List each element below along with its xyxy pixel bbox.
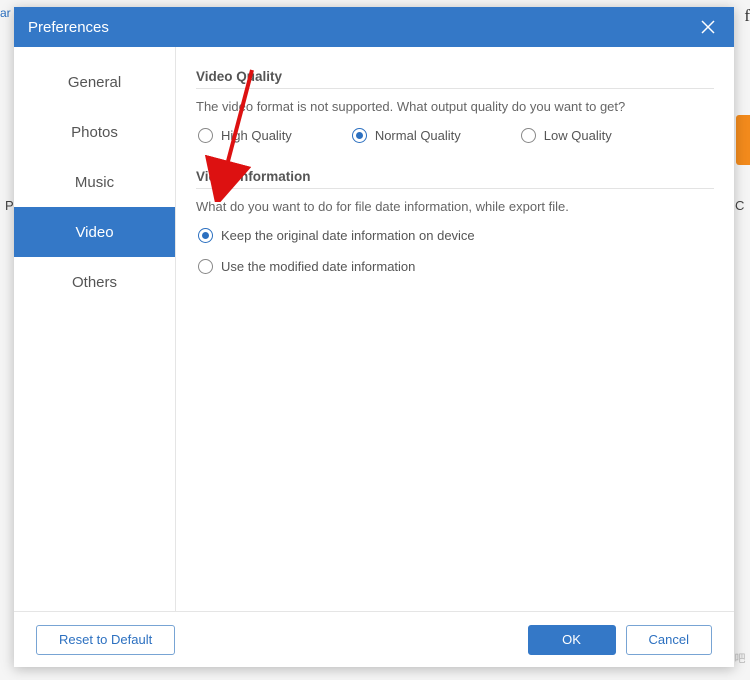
radio-label: Use the modified date information	[221, 259, 415, 274]
sidebar-item-photos[interactable]: Photos	[14, 107, 175, 157]
section-title-video-information: Video information	[196, 169, 714, 189]
cancel-button[interactable]: Cancel	[626, 625, 712, 655]
sidebar-item-label: Music	[75, 174, 114, 191]
sidebar-item-label: Video	[75, 224, 113, 241]
section-desc-video-quality: The video format is not supported. What …	[196, 99, 714, 114]
sidebar-item-label: Photos	[71, 124, 118, 141]
radio-high-quality[interactable]: High Quality	[198, 128, 292, 143]
sidebar-item-music[interactable]: Music	[14, 157, 175, 207]
background-orange-tab	[736, 115, 750, 165]
sidebar-item-label: General	[68, 74, 121, 91]
ok-button[interactable]: OK	[528, 625, 616, 655]
close-icon	[700, 19, 716, 35]
radio-keep-original-date[interactable]: Keep the original date information on de…	[198, 228, 714, 243]
dialog-title: Preferences	[28, 19, 109, 36]
radio-icon	[198, 259, 213, 274]
sidebar-item-video[interactable]: Video	[14, 207, 175, 257]
radio-normal-quality[interactable]: Normal Quality	[352, 128, 461, 143]
dialog-footer: Reset to Default OK Cancel	[14, 611, 734, 667]
sidebar: General Photos Music Video Others	[14, 47, 176, 611]
sidebar-item-label: Others	[72, 274, 117, 291]
radio-icon	[198, 128, 213, 143]
sidebar-item-others[interactable]: Others	[14, 257, 175, 307]
info-radio-group: Keep the original date information on de…	[196, 228, 714, 274]
quality-radio-group: High Quality Normal Quality Low Quality	[196, 128, 714, 143]
radio-icon	[198, 228, 213, 243]
reset-to-default-button[interactable]: Reset to Default	[36, 625, 175, 655]
radio-label: Normal Quality	[375, 128, 461, 143]
radio-use-modified-date[interactable]: Use the modified date information	[198, 259, 714, 274]
background-fragment: ar	[0, 6, 11, 20]
background-fragment: f	[744, 6, 750, 26]
radio-icon	[352, 128, 367, 143]
sidebar-item-general[interactable]: General	[14, 57, 175, 107]
radio-icon	[521, 128, 536, 143]
background-fragment: P	[5, 198, 14, 213]
radio-label: High Quality	[221, 128, 292, 143]
radio-label: Low Quality	[544, 128, 612, 143]
section-title-video-quality: Video Quality	[196, 69, 714, 89]
dialog-body: General Photos Music Video Others Video …	[14, 47, 734, 611]
radio-label: Keep the original date information on de…	[221, 228, 475, 243]
titlebar: Preferences	[14, 7, 734, 47]
preferences-dialog: Preferences General Photos Music Video O…	[14, 7, 734, 667]
close-button[interactable]	[696, 15, 720, 39]
section-desc-video-information: What do you want to do for file date inf…	[196, 199, 714, 214]
content-pane: Video Quality The video format is not su…	[176, 47, 734, 611]
radio-low-quality[interactable]: Low Quality	[521, 128, 612, 143]
background-fragment: C	[735, 198, 744, 213]
